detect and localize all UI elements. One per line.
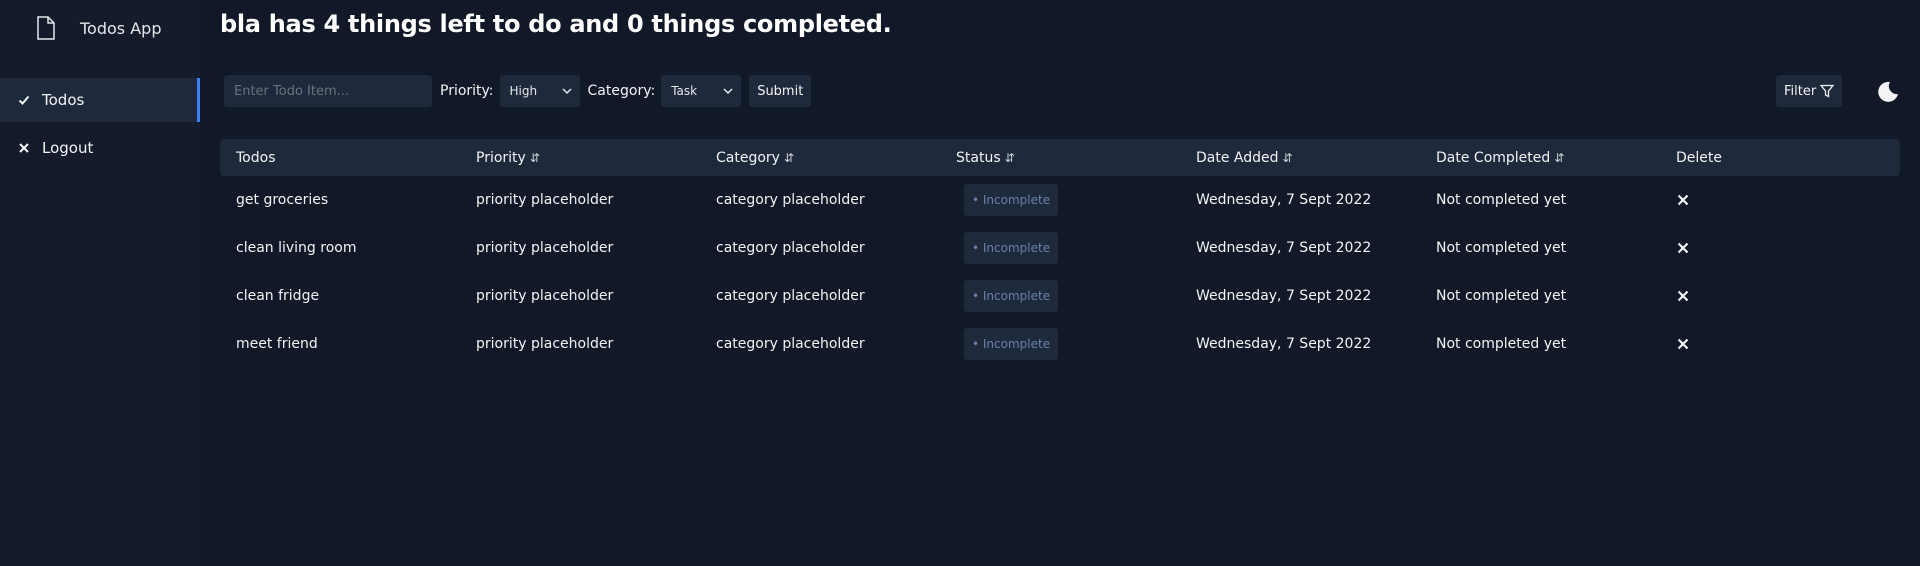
status-cell: • Incomplete (940, 232, 1180, 264)
priority-cell: priority placeholder (476, 336, 614, 352)
sort-icon[interactable]: ⇵ (530, 151, 540, 165)
table-row: get groceries priority placeholder categ… (220, 176, 1900, 224)
priority-cell: priority placeholder (476, 288, 614, 304)
category-cell: category placeholder (716, 240, 865, 256)
status-badge[interactable]: • Incomplete (964, 328, 1059, 360)
category-select[interactable]: Task (661, 75, 742, 107)
header-todos: Todos (220, 150, 460, 166)
sort-icon[interactable]: ⇵ (1283, 151, 1293, 165)
sidebar-item-label: Todos (42, 91, 85, 109)
status-cell: • Incomplete (940, 184, 1180, 216)
header-priority[interactable]: Priority ⇵ (460, 150, 700, 166)
date-completed-cell: Not completed yet (1436, 240, 1567, 256)
status-cell: • Incomplete (940, 280, 1180, 312)
header-date-added[interactable]: Date Added ⇵ (1180, 150, 1420, 166)
status-badge[interactable]: • Incomplete (964, 232, 1059, 264)
delete-cell (1660, 241, 1860, 255)
date-added-cell: Wednesday, 7 Sept 2022 (1196, 288, 1372, 304)
todo-input[interactable] (224, 75, 432, 107)
sidebar-item-todos[interactable]: Todos (0, 78, 200, 122)
header-delete: Delete (1660, 150, 1860, 166)
main-content: bla has 4 things left to do and 0 things… (200, 0, 1920, 566)
close-icon (18, 142, 30, 154)
category-cell: category placeholder (716, 192, 865, 208)
sort-icon[interactable]: ⇵ (1554, 151, 1564, 165)
header-label: Priority (476, 149, 526, 166)
priority-cell: priority placeholder (476, 192, 614, 208)
delete-icon[interactable] (1676, 289, 1690, 303)
sidebar: Todos App Todos Logout (0, 0, 200, 566)
document-icon (37, 16, 55, 40)
header-label: Date Completed (1436, 149, 1551, 166)
todo-cell: meet friend (236, 336, 318, 352)
page-title: bla has 4 things left to do and 0 things… (220, 10, 892, 38)
add-todo-form: Priority: High Category: Task Submit (224, 75, 812, 107)
filter-label: Filter (1784, 83, 1817, 99)
priority-select[interactable]: High (499, 75, 580, 107)
todo-cell: clean living room (236, 240, 357, 256)
moon-icon[interactable] (1876, 80, 1900, 104)
todos-table: Todos Priority ⇵ Category ⇵ Status ⇵ Date A… (220, 139, 1900, 368)
sort-icon[interactable]: ⇵ (784, 151, 794, 165)
date-completed-cell: Not completed yet (1436, 288, 1567, 304)
table-row: clean living room priority placeholder c… (220, 224, 1900, 272)
header-label: Date Added (1196, 149, 1279, 166)
category-cell: category placeholder (716, 288, 865, 304)
header-date-completed[interactable]: Date Completed ⇵ (1420, 150, 1660, 166)
header-label: Todos (236, 149, 276, 166)
category-cell: category placeholder (716, 336, 865, 352)
table-header: Todos Priority ⇵ Category ⇵ Status ⇵ Date A… (220, 139, 1900, 176)
delete-icon[interactable] (1676, 337, 1690, 351)
priority-cell: priority placeholder (476, 240, 614, 256)
priority-value: High (509, 84, 538, 98)
header-label: Delete (1676, 149, 1722, 166)
sidebar-item-label: Logout (42, 139, 94, 157)
sort-icon[interactable]: ⇵ (1005, 151, 1015, 165)
brand: Todos App (36, 10, 161, 46)
delete-cell (1660, 289, 1860, 303)
table-row: clean fridge priority placeholder catego… (220, 272, 1900, 320)
delete-cell (1660, 193, 1860, 207)
date-completed-cell: Not completed yet (1436, 192, 1567, 208)
header-status[interactable]: Status ⇵ (940, 150, 1180, 166)
sidebar-item-logout[interactable]: Logout (0, 126, 200, 170)
header-category[interactable]: Category ⇵ (700, 150, 940, 166)
priority-label: Priority: (440, 83, 494, 99)
header-label: Status (956, 149, 1001, 166)
date-completed-cell: Not completed yet (1436, 336, 1567, 352)
status-badge[interactable]: • Incomplete (964, 280, 1059, 312)
delete-icon[interactable] (1676, 193, 1690, 207)
delete-cell (1660, 337, 1860, 351)
category-value: Task (671, 84, 698, 98)
status-badge[interactable]: • Incomplete (964, 184, 1059, 216)
table-row: meet friend priority placeholder categor… (220, 320, 1900, 368)
category-label: Category: (587, 83, 656, 99)
header-label: Category (716, 149, 780, 166)
todo-cell: clean fridge (236, 288, 320, 304)
filter-icon (1820, 84, 1835, 98)
date-added-cell: Wednesday, 7 Sept 2022 (1196, 192, 1372, 208)
app-title: Todos App (80, 18, 162, 38)
submit-button[interactable]: Submit (749, 75, 812, 107)
chevron-down-icon (562, 88, 572, 95)
status-cell: • Incomplete (940, 328, 1180, 360)
filter-button[interactable]: Filter (1776, 75, 1843, 107)
date-added-cell: Wednesday, 7 Sept 2022 (1196, 336, 1372, 352)
delete-icon[interactable] (1676, 241, 1690, 255)
date-added-cell: Wednesday, 7 Sept 2022 (1196, 240, 1372, 256)
check-icon (18, 94, 30, 106)
chevron-down-icon (723, 88, 733, 95)
todo-cell: get groceries (236, 192, 329, 208)
